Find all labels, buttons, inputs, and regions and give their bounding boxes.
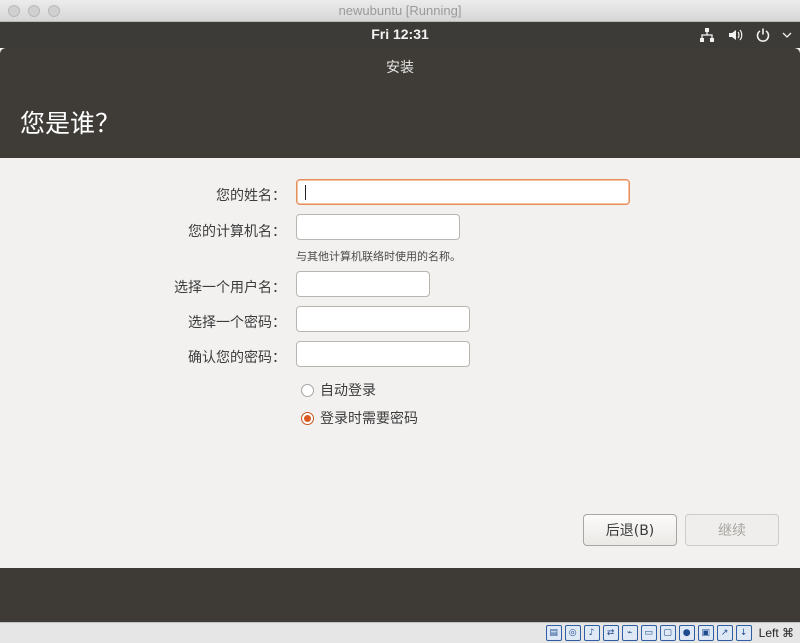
cpu-icon[interactable]: ▣ (697, 625, 714, 641)
computer-name-hint: 与其他计算机联络时使用的名称。 (296, 250, 461, 263)
network-icon[interactable] (698, 26, 716, 44)
power-icon[interactable] (754, 26, 772, 44)
continue-button[interactable]: 继续 (685, 514, 779, 546)
installer-header: 安装 您是谁？ (0, 48, 800, 158)
optical-drive-icon[interactable]: ◎ (564, 625, 581, 641)
back-button[interactable]: 后退(B) (583, 514, 677, 546)
audio-icon[interactable]: ♪ (583, 625, 600, 641)
usb-icon[interactable]: ⌁ (621, 625, 638, 641)
require-password-label: 登录时需要密码 (320, 411, 418, 427)
hard-disk-icon[interactable]: ▤ (545, 625, 562, 641)
auto-login-label: 自动登录 (320, 383, 376, 399)
keyboard-capture-icon[interactable]: ↓ (735, 625, 752, 641)
network-adapter-icon[interactable]: ⇄ (602, 625, 619, 641)
installer-window: 安装 您是谁？ 您的姓名： 您的计算机名： 与其他计算机联络时使用的名称。 选择… (0, 48, 800, 643)
username-field[interactable] (296, 271, 430, 297)
computer-name-field[interactable] (296, 214, 460, 240)
page-heading: 您是谁？ (20, 109, 121, 138)
vm-status-icons: ▤ ◎ ♪ ⇄ ⌁ ▭ ▢ ● ▣ ↗ ↓ Left ⌘ (545, 625, 794, 641)
window-titlebar: newubuntu [Running] (0, 0, 800, 22)
panel-clock[interactable]: Fri 12:31 (0, 26, 800, 42)
chevron-down-icon[interactable] (782, 26, 792, 44)
volume-icon[interactable] (726, 26, 744, 44)
computer-name-label: 您的计算机名： (188, 224, 286, 240)
confirm-password-field[interactable] (296, 341, 470, 367)
window-title: newubuntu [Running] (338, 3, 462, 18)
host-key-indicator: Left ⌘ (758, 626, 794, 640)
username-label: 选择一个用户名： (174, 280, 286, 296)
display-icon[interactable]: ▢ (659, 625, 676, 641)
mouse-integration-icon[interactable]: ↗ (716, 625, 733, 641)
confirm-password-label: 确认您的密码： (188, 350, 286, 366)
installer-title: 安装 (386, 60, 414, 76)
video-capture-icon[interactable]: ● (678, 625, 695, 641)
auto-login-option[interactable]: 自动登录 (301, 380, 376, 400)
password-label: 选择一个密码： (188, 315, 286, 331)
name-label: 您的姓名： (216, 188, 286, 204)
auto-login-radio[interactable] (301, 383, 314, 397)
vm-status-bar: ▤ ◎ ♪ ⇄ ⌁ ▭ ▢ ● ▣ ↗ ↓ Left ⌘ (0, 622, 800, 643)
ubuntu-top-panel: Fri 12:31 (0, 22, 800, 48)
name-field[interactable] (296, 179, 630, 205)
shared-folder-icon[interactable]: ▭ (640, 625, 657, 641)
require-password-option[interactable]: 登录时需要密码 (301, 408, 418, 428)
password-field[interactable] (296, 306, 470, 332)
system-tray (698, 26, 792, 44)
text-caret (305, 185, 306, 200)
require-password-radio[interactable] (301, 411, 314, 425)
